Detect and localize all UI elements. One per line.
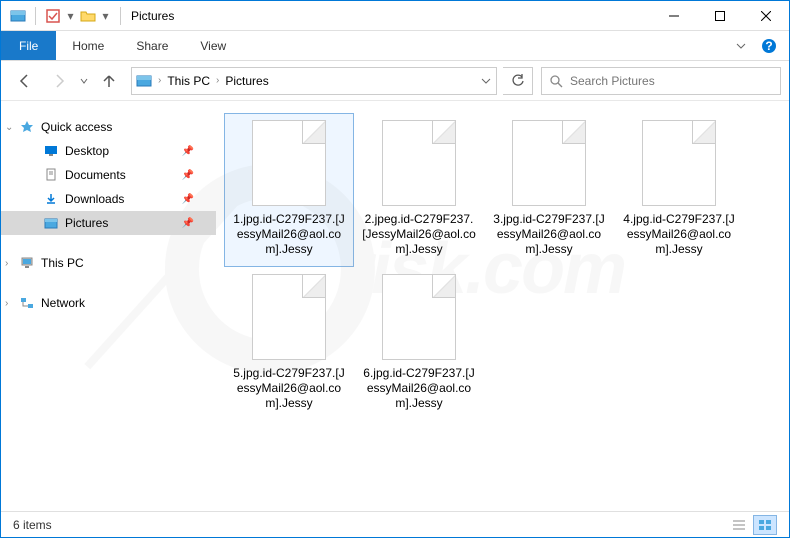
address-dropdown[interactable] xyxy=(474,76,496,86)
file-tab[interactable]: File xyxy=(1,31,56,60)
navbar: › This PC › Pictures xyxy=(1,61,789,101)
qat-newfolder-icon[interactable] xyxy=(77,5,99,27)
file-item[interactable]: 5.jpg.id-C279F237.[JessyMail26@aol.com].… xyxy=(224,267,354,421)
sidebar-network[interactable]: › Network xyxy=(1,291,216,315)
maximize-button[interactable] xyxy=(697,1,743,31)
expand-ribbon-button[interactable] xyxy=(729,34,753,58)
up-button[interactable] xyxy=(93,67,125,95)
window-title: Pictures xyxy=(125,9,174,23)
pictures-icon xyxy=(43,215,59,231)
sidebar-item-label: Pictures xyxy=(65,216,108,230)
details-view-button[interactable] xyxy=(727,515,751,535)
sidebar-item-label: Desktop xyxy=(65,144,109,158)
app-icon xyxy=(7,5,29,27)
status-bar: 6 items xyxy=(1,511,789,537)
network-icon xyxy=(19,295,35,311)
file-item[interactable]: 3.jpg.id-C279F237.[JessyMail26@aol.com].… xyxy=(484,113,614,267)
qat-properties-icon[interactable] xyxy=(42,5,64,27)
item-count: 6 items xyxy=(13,518,52,532)
documents-icon xyxy=(43,167,59,183)
search-input[interactable] xyxy=(570,74,780,88)
sidebar-thispc[interactable]: › This PC xyxy=(1,251,216,275)
file-item[interactable]: 4.jpg.id-C279F237.[JessyMail26@aol.com].… xyxy=(614,113,744,267)
sidebar-item-label: Quick access xyxy=(41,120,112,134)
pin-icon: 📌 xyxy=(182,146,194,157)
sidebar-item-documents[interactable]: Documents 📌 xyxy=(1,163,216,187)
tab-home[interactable]: Home xyxy=(56,31,120,60)
pin-icon: 📌 xyxy=(182,170,194,181)
sidebar-item-desktop[interactable]: Desktop 📌 xyxy=(1,139,216,163)
chevron-down-icon[interactable]: ⌄ xyxy=(5,122,13,133)
breadcrumb-current[interactable]: Pictures xyxy=(221,68,272,94)
desktop-icon xyxy=(43,143,59,159)
file-name: 5.jpg.id-C279F237.[JessyMail26@aol.com].… xyxy=(229,366,349,411)
pin-icon: 📌 xyxy=(182,218,194,229)
sidebar-item-label: This PC xyxy=(41,256,84,270)
address-bar[interactable]: › This PC › Pictures xyxy=(131,67,497,95)
location-icon xyxy=(132,73,156,89)
downloads-icon xyxy=(43,191,59,207)
thispc-icon xyxy=(19,255,35,271)
search-box[interactable] xyxy=(541,67,781,95)
tab-view[interactable]: View xyxy=(184,31,242,60)
star-icon xyxy=(19,119,35,135)
sidebar-item-label: Network xyxy=(41,296,85,310)
file-icon xyxy=(382,274,456,360)
help-button[interactable]: ? xyxy=(757,34,781,58)
chevron-right-icon[interactable]: › xyxy=(5,298,8,309)
ribbon: File Home Share View ? xyxy=(1,31,789,61)
file-item[interactable]: 1.jpg.id-C279F237.[JessyMail26@aol.com].… xyxy=(224,113,354,267)
file-icon xyxy=(642,120,716,206)
forward-button[interactable] xyxy=(43,67,75,95)
file-item[interactable]: 6.jpg.id-C279F237.[JessyMail26@aol.com].… xyxy=(354,267,484,421)
file-name: 3.jpg.id-C279F237.[JessyMail26@aol.com].… xyxy=(489,212,609,257)
qat-dropdown[interactable]: ▾ xyxy=(66,9,75,23)
sidebar-item-label: Downloads xyxy=(65,192,124,206)
sidebar-quickaccess[interactable]: ⌄ Quick access xyxy=(1,115,216,139)
history-dropdown[interactable] xyxy=(77,67,91,95)
close-button[interactable] xyxy=(743,1,789,31)
thumbnails-view-button[interactable] xyxy=(753,515,777,535)
sidebar-item-pictures[interactable]: Pictures 📌 xyxy=(1,211,216,235)
file-item[interactable]: 2.jpeg.id-C279F237.[JessyMail26@aol.com]… xyxy=(354,113,484,267)
chevron-right-icon[interactable]: › xyxy=(214,75,221,86)
sidebar-item-downloads[interactable]: Downloads 📌 xyxy=(1,187,216,211)
file-pane[interactable]: 1.jpg.id-C279F237.[JessyMail26@aol.com].… xyxy=(216,101,789,511)
file-icon xyxy=(252,120,326,206)
pin-icon: 📌 xyxy=(182,194,194,205)
qat-customize-dropdown[interactable]: ▾ xyxy=(101,9,110,23)
file-name: 1.jpg.id-C279F237.[JessyMail26@aol.com].… xyxy=(229,212,349,257)
search-icon xyxy=(542,74,570,88)
sidebar: ⌄ Quick access Desktop 📌 Documents 📌 Dow… xyxy=(1,101,216,511)
breadcrumb-root[interactable]: This PC xyxy=(163,68,214,94)
svg-text:?: ? xyxy=(765,39,772,53)
file-icon xyxy=(382,120,456,206)
titlebar: ▾ ▾ Pictures xyxy=(1,1,789,31)
file-name: 2.jpeg.id-C279F237.[JessyMail26@aol.com]… xyxy=(359,212,479,257)
file-name: 4.jpg.id-C279F237.[JessyMail26@aol.com].… xyxy=(619,212,739,257)
tab-share[interactable]: Share xyxy=(120,31,184,60)
back-button[interactable] xyxy=(9,67,41,95)
file-name: 6.jpg.id-C279F237.[JessyMail26@aol.com].… xyxy=(359,366,479,411)
sidebar-item-label: Documents xyxy=(65,168,126,182)
chevron-right-icon[interactable]: › xyxy=(5,258,8,269)
minimize-button[interactable] xyxy=(651,1,697,31)
refresh-button[interactable] xyxy=(503,67,533,95)
file-icon xyxy=(252,274,326,360)
chevron-right-icon[interactable]: › xyxy=(156,75,163,86)
file-icon xyxy=(512,120,586,206)
